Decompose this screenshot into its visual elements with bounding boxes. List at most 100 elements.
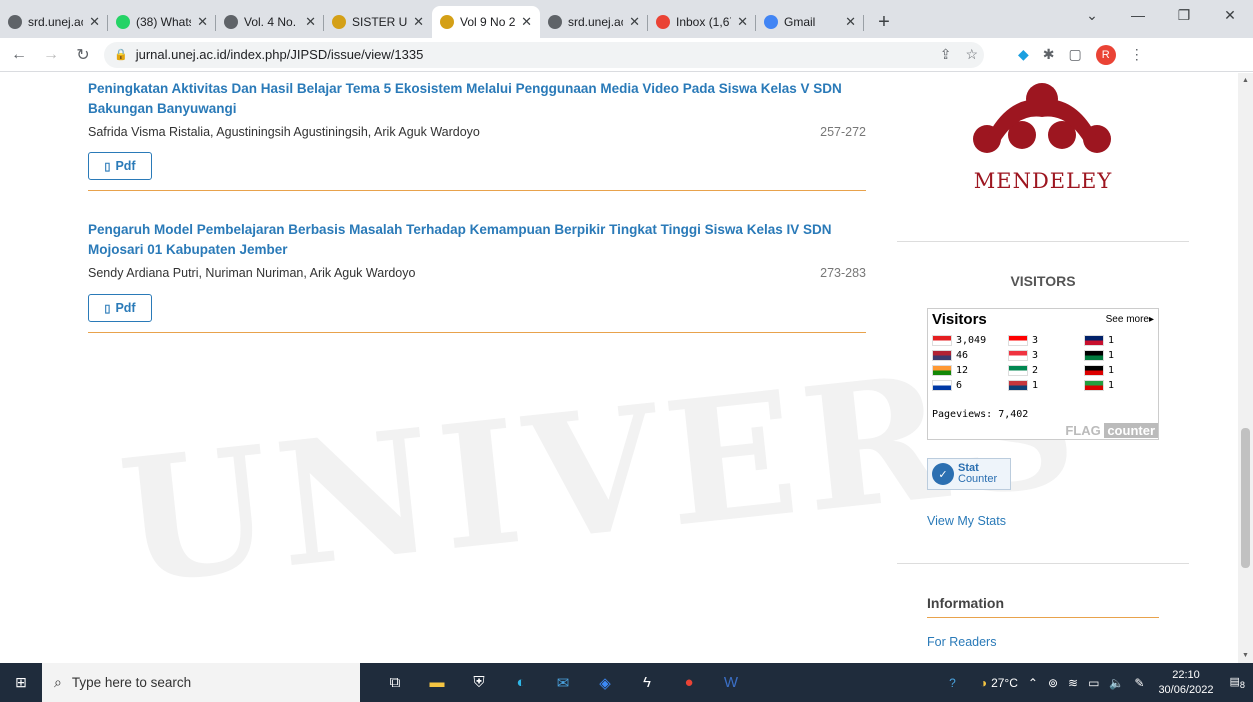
article-title-link[interactable]: Peningkatan Aktivitas Dan Hasil Belajar …: [88, 79, 866, 119]
address-bar[interactable]: 🔒 jurnal.unej.ac.id/index.php/JIPSD/issu…: [104, 41, 984, 68]
tab-close-icon[interactable]: ✕: [305, 14, 316, 30]
side-panel-icon[interactable]: ▢: [1069, 46, 1082, 63]
dropbox-icon[interactable]: ◈: [584, 663, 626, 702]
pen-icon[interactable]: ✎: [1134, 676, 1144, 690]
profile-avatar[interactable]: R: [1095, 44, 1116, 65]
tab-close-icon[interactable]: ✕: [197, 14, 208, 30]
battery-icon[interactable]: ▭: [1088, 676, 1099, 690]
globe-icon: [224, 15, 238, 29]
close-window-button[interactable]: ✕: [1207, 0, 1253, 30]
article-authors: Sendy Ardiana Putri, Nuriman Nuriman, Ar…: [88, 266, 416, 280]
weather-temp[interactable]: 27°C: [991, 676, 1018, 690]
minimize-button[interactable]: —: [1115, 0, 1161, 30]
task-view-icon[interactable]: ⧉: [374, 663, 416, 702]
chrome-icon[interactable]: ●: [668, 663, 710, 702]
wifi-icon[interactable]: ≋: [1068, 676, 1078, 690]
statcounter-badge[interactable]: ✓ Stat Counter: [927, 458, 1011, 490]
information-underline: [927, 617, 1159, 618]
article-pages: 257-272: [820, 125, 866, 139]
mendeley-wordmark[interactable]: MENDELEY: [897, 169, 1189, 193]
forward-button[interactable]: →: [38, 42, 64, 68]
country-flag-icon: [932, 350, 952, 361]
browser-tab[interactable]: Inbox (1,67 ✕: [648, 6, 756, 38]
country-flag-icon: [1008, 365, 1028, 376]
article-item: Peningkatan Aktivitas Dan Hasil Belajar …: [88, 79, 866, 139]
edge-browser-icon[interactable]: ◐: [500, 663, 542, 702]
mendeley-logo-icon[interactable]: [967, 77, 1117, 167]
flag-count: 46: [956, 350, 969, 361]
chevron-up-icon[interactable]: ⌃: [1028, 676, 1038, 690]
tab-close-icon[interactable]: ✕: [737, 14, 748, 30]
security-shield-icon[interactable]: ⛨: [458, 663, 500, 702]
new-tab-button[interactable]: +: [870, 8, 898, 36]
scroll-up-icon[interactable]: ▲: [1242, 77, 1249, 84]
extensions-puzzle-icon[interactable]: ✱: [1043, 46, 1055, 63]
flag-counter-title: Visitors: [932, 311, 987, 328]
tab-title: Inbox (1,67: [676, 15, 732, 29]
see-more-link[interactable]: See more▸: [1106, 314, 1154, 325]
weather-icon[interactable]: ◑: [980, 676, 987, 690]
scroll-down-icon[interactable]: ▼: [1242, 652, 1249, 659]
flag-row: 1: [1084, 380, 1114, 391]
mail-icon[interactable]: ✉: [542, 663, 584, 702]
browser-tab[interactable]: srd.unej.ac.i ✕: [0, 6, 108, 38]
view-my-stats-link[interactable]: View My Stats: [927, 514, 1006, 528]
url-text: jurnal.unej.ac.id/index.php/JIPSD/issue/…: [135, 47, 424, 62]
browser-tab[interactable]: Vol. 4 No. 1 ✕: [216, 6, 324, 38]
tab-strip: srd.unej.ac.i✕(38) WhatsA✕Vol. 4 No. 1✕S…: [0, 0, 1253, 38]
windows-taskbar: ⊞ ⌕ Type here to search ⧉ ▬ ⛨ ◐ ✉ ◈ ϟ ● …: [0, 663, 1253, 702]
flag-count: 1: [1032, 380, 1039, 391]
statcounter-logo-icon: ✓: [932, 463, 954, 485]
article-title-link[interactable]: Pengaruh Model Pembelajaran Berbasis Mas…: [88, 220, 866, 260]
pdf-button[interactable]: ▯ Pdf: [88, 152, 152, 180]
tab-title: Gmail: [784, 15, 816, 29]
article-divider: [88, 190, 866, 191]
scrollbar-thumb[interactable]: [1241, 428, 1250, 568]
winamp-icon[interactable]: ϟ: [626, 663, 668, 702]
help-icon[interactable]: ?: [949, 676, 956, 690]
pageviews-count: Pageviews: 7,402: [932, 409, 1029, 420]
taskbar-search-box[interactable]: ⌕ Type here to search: [42, 663, 360, 702]
windows-start-icon[interactable]: ⊞: [0, 663, 42, 702]
page-scrollbar[interactable]: ▲ ▼: [1238, 73, 1253, 663]
browser-tab[interactable]: Vol 9 No 2 (✕: [432, 6, 540, 38]
for-readers-link[interactable]: For Readers: [927, 635, 996, 649]
tab-close-icon[interactable]: ✕: [89, 14, 100, 30]
browser-tab[interactable]: (38) WhatsA ✕: [108, 6, 216, 38]
tab-title: srd.unej.ac.i: [28, 15, 83, 29]
browser-tab[interactable]: Gmail ✕: [756, 6, 864, 38]
bookmark-star-icon[interactable]: ☆: [965, 46, 978, 63]
flag-count: 1: [1108, 365, 1115, 376]
browser-tab[interactable]: SISTER UNE ✕: [324, 6, 432, 38]
visitors-heading: VISITORS: [1010, 273, 1076, 289]
tab-close-icon[interactable]: ✕: [413, 14, 424, 30]
country-flag-icon: [1084, 365, 1104, 376]
back-button[interactable]: ←: [6, 42, 32, 68]
volume-icon[interactable]: 🔈: [1109, 676, 1124, 690]
pdf-button-label: Pdf: [115, 301, 136, 315]
file-explorer-icon[interactable]: ▬: [416, 663, 458, 702]
pdf-button-label: Pdf: [115, 159, 136, 173]
lock-icon[interactable]: 🔒: [114, 48, 128, 61]
network-icon[interactable]: ⊚: [1048, 676, 1058, 690]
flag-counter-widget[interactable]: Visitors See more▸ 3,049 46 12 6 3 3 2 1 1 1 1 1 Pa…: [927, 308, 1159, 440]
taskbar-clock[interactable]: 22:10 30/06/2022: [1158, 668, 1213, 698]
tab-search-icon[interactable]: ⌄: [1069, 0, 1115, 30]
sidebar-divider: [897, 241, 1189, 242]
pdf-icon: ▯: [104, 302, 111, 315]
word-icon[interactable]: W: [710, 663, 752, 702]
browser-tab[interactable]: srd.unej.ac.i ✕: [540, 6, 648, 38]
notification-icon[interactable]: ▤8: [1230, 675, 1246, 690]
tab-close-icon[interactable]: ✕: [845, 14, 856, 30]
tab-close-icon[interactable]: ✕: [521, 14, 532, 30]
menu-kebab-icon[interactable]: ⋮: [1130, 46, 1144, 63]
restore-button[interactable]: ❐: [1161, 0, 1207, 30]
reload-button[interactable]: ↻: [70, 42, 96, 68]
tab-close-icon[interactable]: ✕: [629, 14, 640, 30]
share-icon[interactable]: ⇪: [940, 46, 952, 63]
extension-icon[interactable]: ◆: [1018, 46, 1029, 63]
tab-title: (38) WhatsA: [136, 15, 191, 29]
flag-row: 1: [1084, 365, 1114, 376]
tab-title: SISTER UNE: [352, 15, 408, 29]
pdf-button[interactable]: ▯ Pdf: [88, 294, 152, 322]
